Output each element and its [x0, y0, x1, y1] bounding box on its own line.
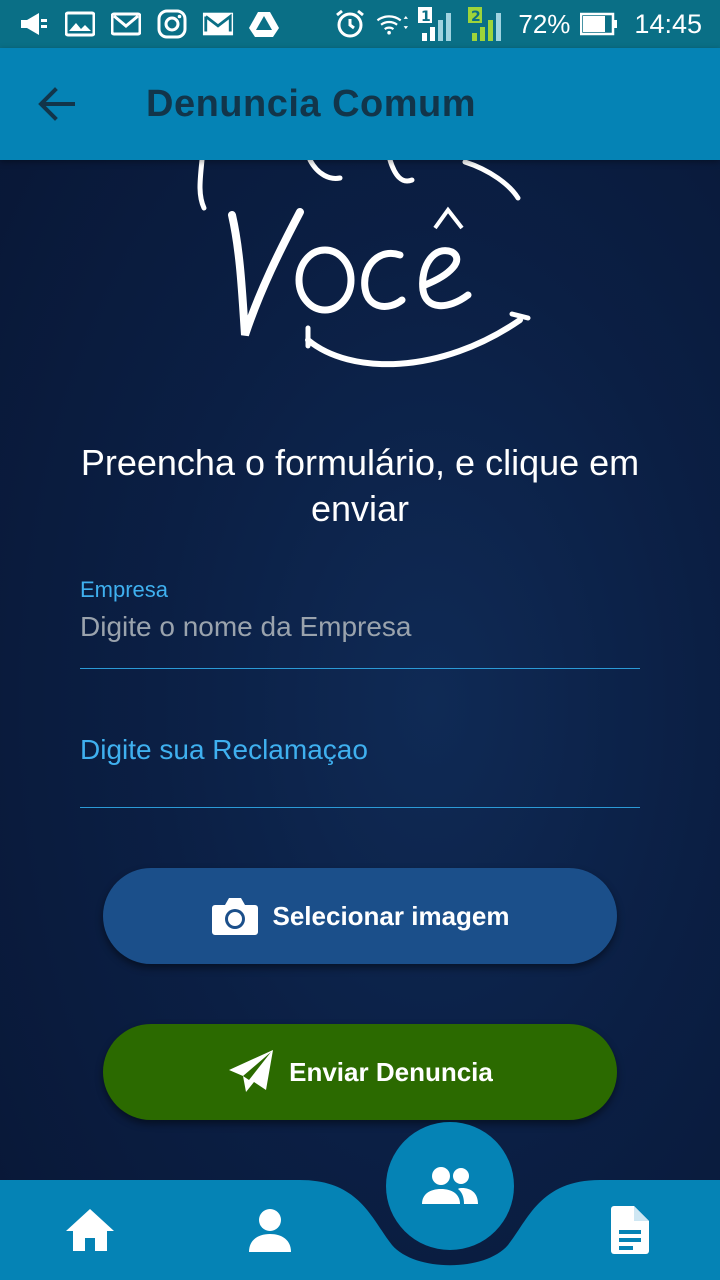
send-complaint-button[interactable]: Enviar Denuncia	[103, 1024, 617, 1120]
battery-percent: 72%	[518, 8, 571, 39]
system-status: 1 2 72% 14:45	[334, 7, 702, 41]
clock: 14:45	[634, 8, 702, 39]
signal-sim1-icon: 1	[418, 7, 458, 41]
paper-plane-icon	[227, 1048, 275, 1096]
select-image-button[interactable]: Selecionar imagem	[103, 868, 617, 964]
document-icon	[611, 1206, 649, 1254]
logo-image	[190, 150, 540, 380]
company-label: Empresa	[80, 577, 169, 602]
signal-sim2-icon: 2	[468, 7, 508, 41]
form-instruction: Preencha o formulário, e clique em envia…	[80, 442, 640, 529]
arrow-back-icon	[38, 87, 75, 121]
notification-icons	[18, 9, 280, 39]
megaphone-icon	[18, 9, 50, 39]
app-bar: Denuncia Comum	[0, 48, 720, 160]
svg-text:2: 2	[471, 9, 481, 25]
person-icon	[249, 1209, 291, 1252]
mail-icon	[202, 9, 234, 39]
group-icon	[422, 1167, 478, 1204]
battery-icon	[580, 9, 618, 39]
send-label: Enviar Denuncia	[289, 1056, 493, 1087]
complaint-field	[80, 712, 640, 808]
app-screen: 1 2 72% 14:45 Denuncia Comum Preencha o …	[0, 0, 720, 1280]
page-title: Denuncia Comum	[146, 82, 477, 125]
status-bar: 1 2 72% 14:45	[0, 0, 720, 48]
image-icon	[64, 9, 96, 39]
nav-home[interactable]	[60, 1200, 120, 1260]
wifi-icon	[376, 9, 409, 39]
instagram-icon	[156, 9, 188, 39]
nav-profile[interactable]	[240, 1200, 300, 1260]
home-icon	[66, 1209, 114, 1251]
select-image-label: Selecionar imagem	[272, 900, 510, 931]
back-button[interactable]	[28, 76, 84, 132]
drive-icon	[248, 9, 280, 39]
complaint-input[interactable]	[80, 728, 640, 772]
camera-icon	[211, 895, 259, 937]
gmail-icon	[110, 9, 142, 39]
nav-documents[interactable]	[600, 1200, 660, 1260]
svg-text:1: 1	[421, 9, 431, 25]
company-field: Empresa	[80, 575, 640, 669]
nav-complaints[interactable]	[386, 1122, 514, 1250]
alarm-icon	[334, 9, 366, 39]
company-input[interactable]	[80, 605, 640, 649]
